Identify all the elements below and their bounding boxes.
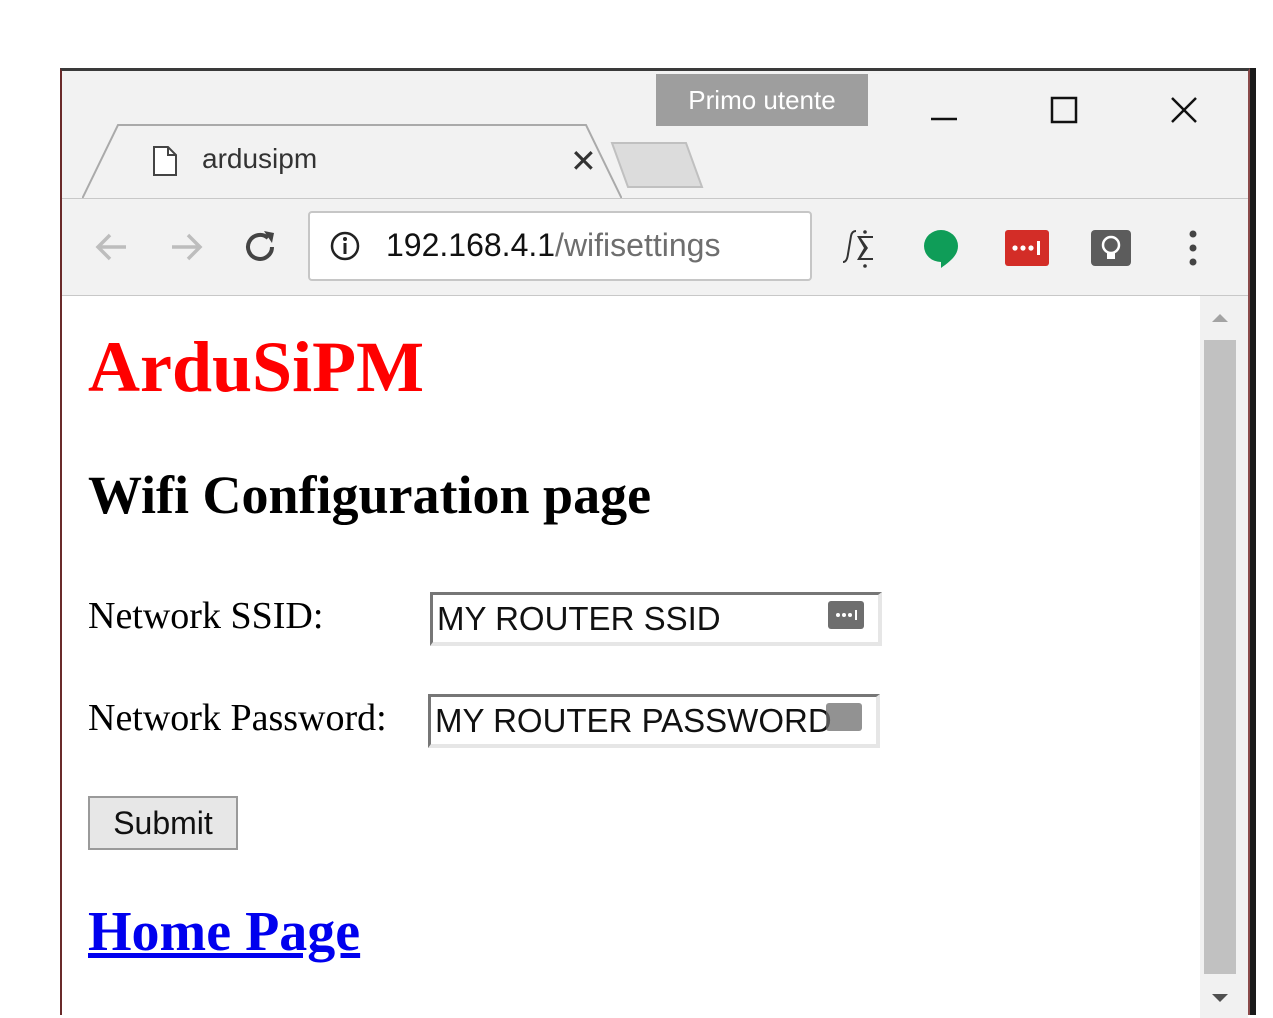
scroll-down-icon[interactable] xyxy=(1200,988,1240,1008)
reload-icon xyxy=(246,231,274,261)
close-icon xyxy=(1171,97,1197,123)
url-path: /wifisettings xyxy=(555,227,721,263)
home-page-link[interactable]: Home Page xyxy=(88,900,360,964)
page-content: ArduSiPM Wifi Configuration page Network… xyxy=(62,296,1202,1018)
lastpass-field-icon[interactable] xyxy=(826,703,862,731)
window-edge xyxy=(1250,68,1256,1015)
hangouts-extension-button[interactable] xyxy=(916,223,966,273)
url-host: 192.168.4.1 xyxy=(386,227,556,263)
tab-close-icon[interactable]: ✕ xyxy=(570,143,597,179)
forward-button[interactable] xyxy=(160,221,212,273)
maximize-button[interactable] xyxy=(1034,85,1094,135)
bulb-extension-button[interactable] xyxy=(1086,223,1136,273)
formula-icon xyxy=(842,230,873,268)
browser-window: Primo utente ardusipm ✕ 192.168.4.1/wifi… xyxy=(60,68,1250,1018)
minimize-button[interactable] xyxy=(914,85,974,135)
password-input[interactable] xyxy=(431,697,876,744)
page-subtitle: Wifi Configuration page xyxy=(88,465,652,525)
scrollbar-thumb[interactable] xyxy=(1204,340,1236,974)
tab-title: ardusipm xyxy=(202,143,318,174)
maximize-icon xyxy=(1050,96,1078,124)
browser-menu-button[interactable] xyxy=(1168,223,1218,273)
scroll-up-icon[interactable] xyxy=(1200,308,1240,328)
ssid-label: Network SSID: xyxy=(88,595,324,637)
vertical-scrollbar[interactable] xyxy=(1200,296,1248,1018)
hangouts-icon xyxy=(924,230,958,268)
new-tab-button[interactable] xyxy=(610,141,710,195)
menu-dots-icon xyxy=(1189,230,1197,266)
forward-arrow-icon xyxy=(172,233,203,261)
info-icon[interactable] xyxy=(328,229,362,267)
submit-button[interactable]: Submit xyxy=(88,796,238,850)
browser-toolbar: 192.168.4.1/wifisettings xyxy=(62,198,1248,296)
new-tab-icon xyxy=(610,142,704,188)
lastpass-field-icon[interactable] xyxy=(828,601,864,629)
minimize-icon xyxy=(931,117,957,121)
url-text[interactable]: 192.168.4.1/wifisettings xyxy=(386,227,720,264)
page-icon xyxy=(152,145,178,181)
page-title: ArduSiPM xyxy=(88,327,425,407)
password-field[interactable] xyxy=(428,694,880,748)
back-arrow-icon xyxy=(95,233,126,261)
profile-button[interactable]: Primo utente xyxy=(656,74,868,126)
formula-extension-button[interactable] xyxy=(832,223,882,273)
bulb-icon xyxy=(1091,230,1131,266)
close-window-button[interactable] xyxy=(1154,85,1214,135)
reload-button[interactable] xyxy=(234,221,286,273)
password-label: Network Password: xyxy=(88,697,387,739)
active-tab[interactable]: ardusipm ✕ xyxy=(82,123,622,199)
ssid-input[interactable] xyxy=(433,595,878,642)
lastpass-icon xyxy=(1005,230,1049,266)
ssid-field[interactable] xyxy=(430,592,882,646)
back-button[interactable] xyxy=(86,221,138,273)
lastpass-extension-button[interactable] xyxy=(1002,223,1052,273)
address-bar[interactable]: 192.168.4.1/wifisettings xyxy=(308,211,812,281)
